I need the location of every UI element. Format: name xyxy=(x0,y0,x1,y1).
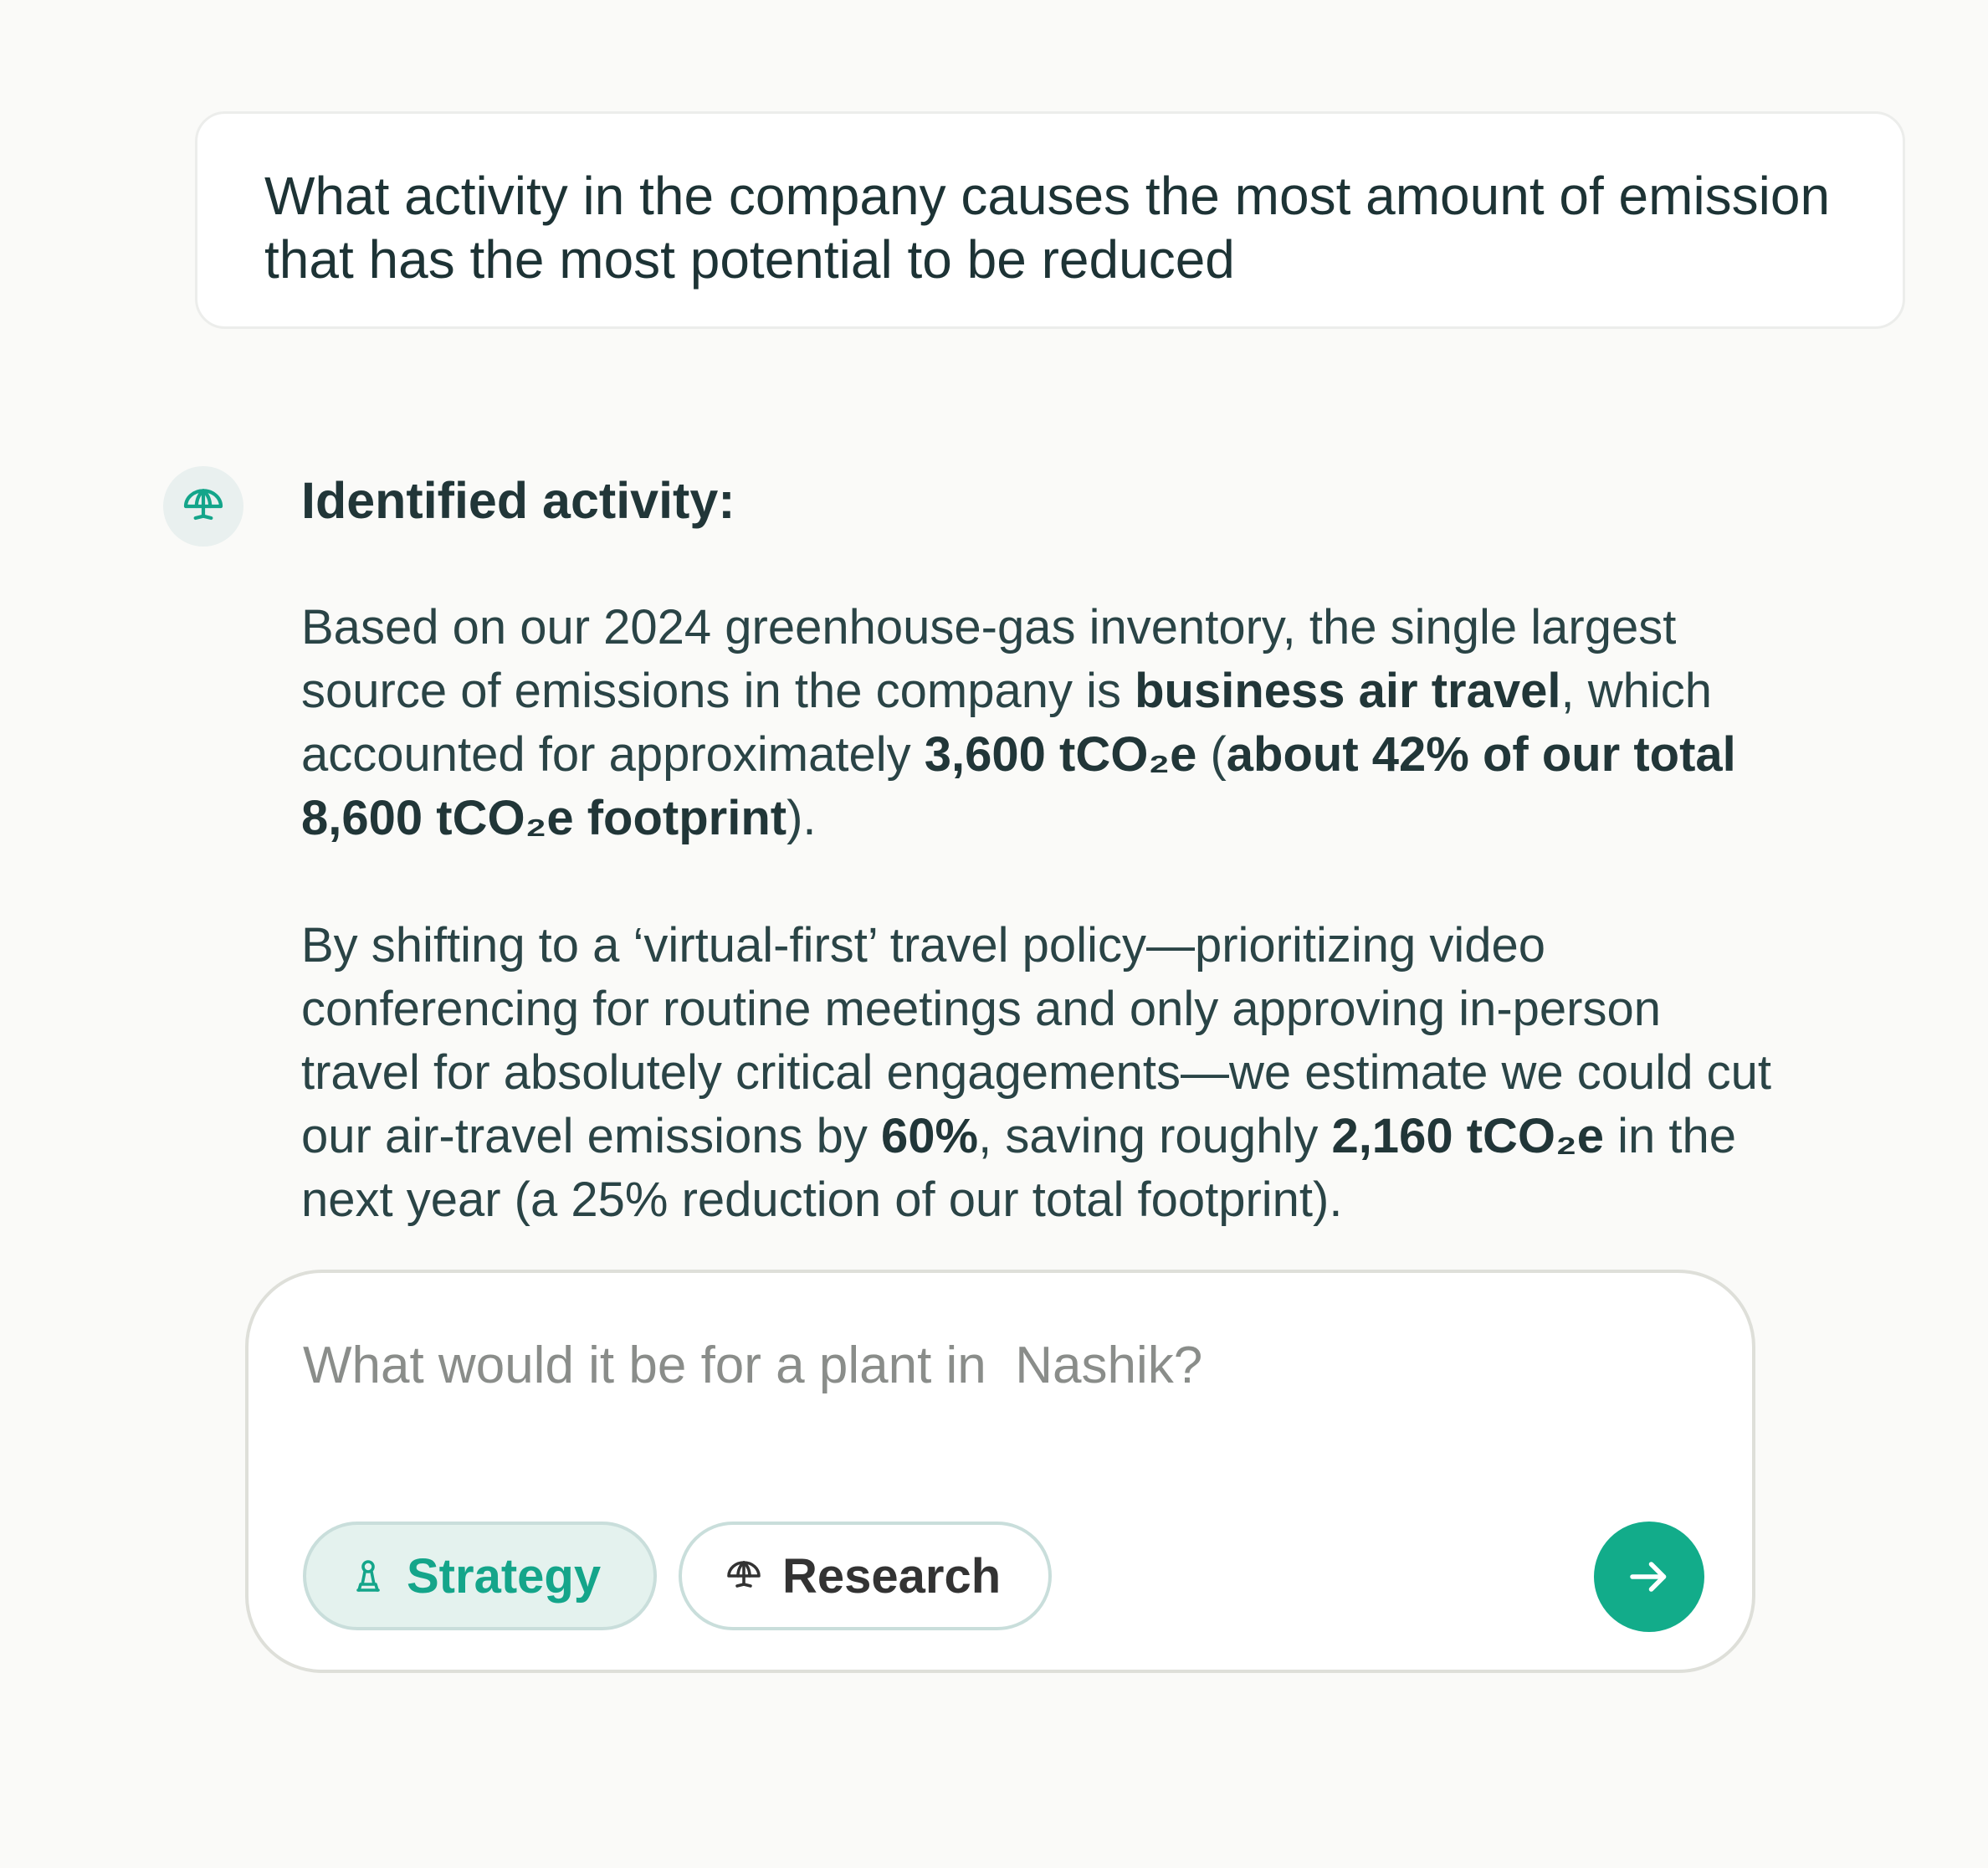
answer-highlight: 60% xyxy=(881,1109,979,1163)
user-message-text: What activity in the company causes the … xyxy=(264,166,1831,290)
answer-highlight: 3,600 tCO₂e xyxy=(924,727,1197,782)
answer-heading: Identified activity: xyxy=(301,472,735,529)
answer-paragraph-1: Based on our 2024 greenhouse-gas invento… xyxy=(301,596,1774,850)
message-input[interactable] xyxy=(303,1323,1642,1407)
answer-text: ( xyxy=(1196,727,1227,782)
arrow-right-icon xyxy=(1630,1562,1667,1592)
send-button[interactable] xyxy=(1594,1522,1704,1632)
answer-paragraph-2: By shifting to a ‘virtual-first’ travel … xyxy=(301,914,1774,1232)
umbrella-globe-icon xyxy=(183,489,223,521)
chess-pawn-icon xyxy=(348,1556,388,1596)
research-chip-label: Research xyxy=(782,1548,1002,1604)
assistant-message: Identified activity: Based on our 2024 g… xyxy=(301,469,1774,1306)
message-composer: Strategy Research xyxy=(245,1270,1755,1673)
answer-text: ). xyxy=(786,791,817,845)
umbrella-globe-icon xyxy=(724,1556,764,1596)
assistant-avatar xyxy=(163,466,243,547)
research-mode-chip[interactable]: Research xyxy=(679,1522,1052,1630)
answer-highlight: 2,160 tCO₂e xyxy=(1331,1109,1605,1163)
answer-text: , saving roughly xyxy=(978,1109,1332,1163)
user-message-bubble: What activity in the company causes the … xyxy=(195,111,1905,329)
strategy-mode-chip[interactable]: Strategy xyxy=(303,1522,657,1630)
strategy-chip-label: Strategy xyxy=(407,1548,602,1604)
answer-highlight: business air travel xyxy=(1135,664,1561,718)
